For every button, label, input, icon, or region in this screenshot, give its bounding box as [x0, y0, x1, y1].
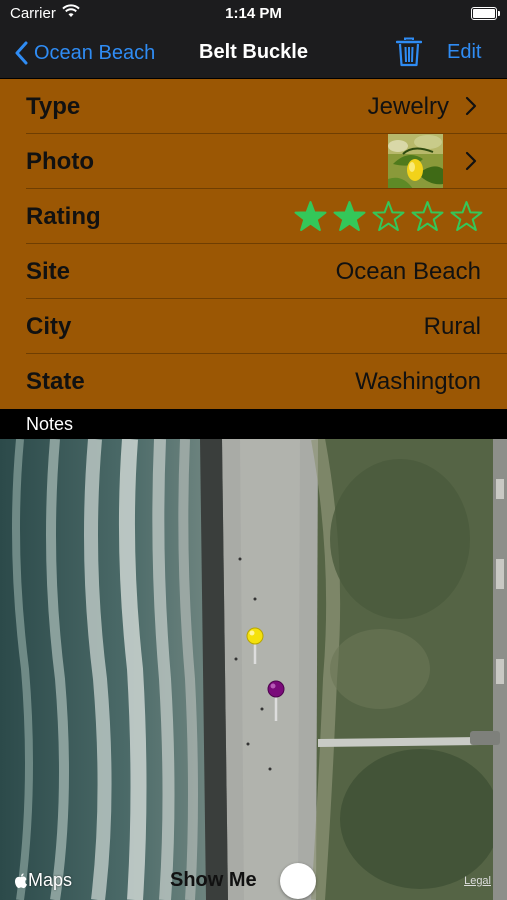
type-row[interactable]: Type Jewelry: [0, 79, 507, 134]
status-time: 1:14 PM: [225, 5, 282, 22]
type-value: Jewelry: [367, 93, 449, 120]
apple-icon: [15, 872, 27, 888]
legal-link[interactable]: Legal: [464, 875, 491, 887]
notes-header[interactable]: Notes: [0, 409, 507, 439]
city-label: City: [26, 313, 72, 340]
city-value: Rural: [423, 313, 481, 340]
map-view[interactable]: Maps Show Me Legal: [0, 439, 507, 900]
star-empty-icon[interactable]: [450, 200, 483, 233]
photo-thumbnail: [388, 134, 443, 189]
status-bar: Carrier 1:14 PM: [0, 0, 507, 28]
state-row: State Washington: [0, 354, 507, 409]
navigation-bar: Ocean Beach Belt Buckle Edit: [0, 28, 507, 78]
photo-row[interactable]: Photo: [0, 134, 507, 189]
state-label: State: [26, 368, 85, 395]
chevron-right-icon: [465, 151, 477, 171]
chevron-right-icon: [465, 96, 477, 116]
battery-icon: [471, 7, 500, 20]
site-value: Ocean Beach: [335, 258, 481, 285]
back-button[interactable]: Ocean Beach: [14, 38, 155, 68]
site-label: Site: [26, 258, 71, 285]
star-empty-icon[interactable]: [372, 200, 405, 233]
rating-label: Rating: [26, 203, 101, 230]
edit-button[interactable]: Edit: [447, 41, 481, 64]
star-empty-icon[interactable]: [411, 200, 444, 233]
show-me-toggle[interactable]: [280, 863, 316, 899]
state-value: Washington: [355, 368, 481, 395]
star-filled-icon[interactable]: [333, 200, 366, 233]
trash-icon: [395, 37, 423, 67]
city-row: City Rural: [0, 299, 507, 354]
satellite-map-image: [0, 439, 507, 900]
detail-table: Type Jewelry Photo Rating Site Ocean Bea…: [0, 79, 507, 409]
yellow-pin[interactable]: [244, 626, 266, 666]
notes-label: Notes: [26, 414, 74, 434]
maps-label: Maps: [28, 870, 73, 890]
site-row: Site Ocean Beach: [0, 244, 507, 299]
star-filled-icon[interactable]: [294, 200, 327, 233]
chevron-left-icon: [15, 41, 28, 65]
maps-attribution: Maps: [14, 870, 72, 891]
trash-button[interactable]: [395, 37, 423, 72]
purple-pin[interactable]: [265, 679, 287, 723]
back-button-label: Ocean Beach: [34, 41, 156, 64]
rating-row: Rating: [0, 189, 507, 244]
rating-stars[interactable]: [294, 200, 483, 233]
show-me-label: Show Me: [170, 869, 257, 891]
photo-label: Photo: [26, 148, 94, 175]
type-label: Type: [26, 93, 81, 120]
